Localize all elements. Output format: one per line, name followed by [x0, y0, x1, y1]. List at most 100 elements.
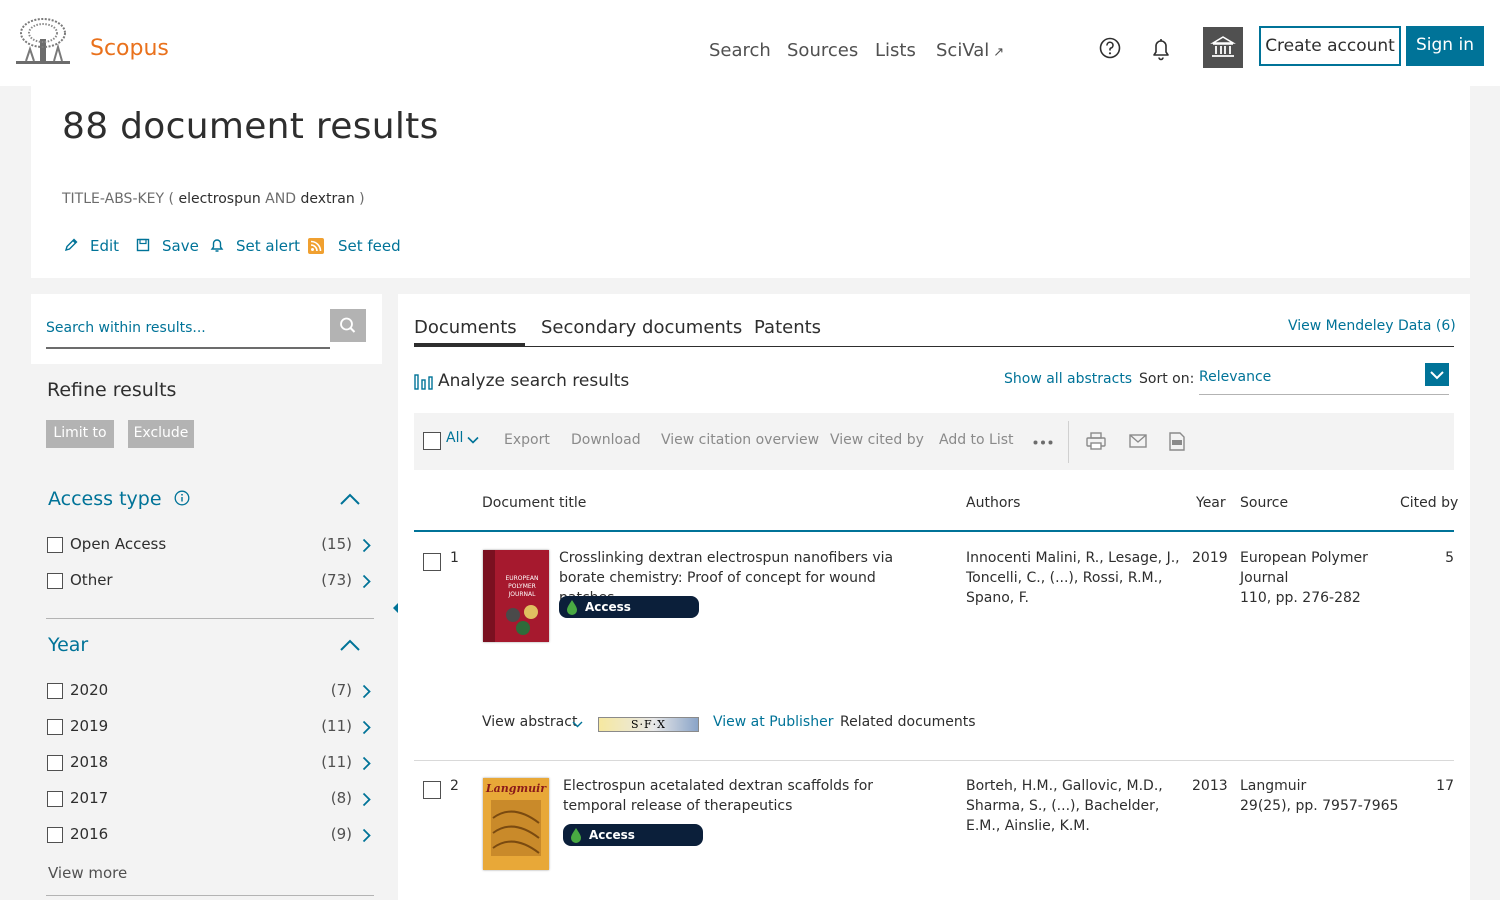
facet-item-year-2016[interactable]: 2016 (9) — [46, 824, 374, 848]
source-name: Langmuir — [1240, 778, 1307, 794]
sort-selected-value[interactable]: Relevance — [1199, 369, 1271, 385]
elsevier-tree-logo[interactable] — [16, 17, 70, 67]
tab-documents[interactable]: Documents — [414, 317, 517, 338]
result-authors[interactable]: Borteh, H.M., Gallovic, M.D., Sharma, S.… — [966, 776, 1166, 836]
document-title-link[interactable]: Electrospun acetalated dextran scaffolds… — [563, 776, 933, 816]
nav-search[interactable]: Search — [709, 40, 771, 61]
add-to-list-button[interactable]: Add to List — [939, 432, 1014, 448]
result-source[interactable]: Langmuir 29(25), pp. 7957-7965 — [1240, 776, 1410, 816]
journal-cover-image[interactable]: Langmuir — [483, 778, 549, 870]
access-options-button[interactable]: Access Options... — [559, 596, 699, 636]
sign-in-button[interactable]: Sign in — [1406, 26, 1484, 66]
chevron-right-icon[interactable] — [362, 574, 371, 589]
scopus-logo[interactable]: Scopus — [90, 36, 169, 61]
view-citation-overview-button[interactable]: View citation overview — [661, 432, 819, 448]
column-document-title[interactable]: Document title — [482, 495, 586, 511]
set-feed-label: Set feed — [338, 237, 401, 255]
facet-item-year-2019[interactable]: 2019 (11) — [46, 716, 374, 740]
download-button[interactable]: Download — [571, 432, 641, 448]
view-abstract-toggle[interactable]: View abstract — [482, 714, 577, 730]
facet-title-year[interactable]: Year — [48, 634, 88, 656]
analyze-search-results-link[interactable]: Analyze search results — [438, 371, 629, 391]
facet-item-count: (9) — [330, 825, 352, 843]
chevron-right-icon[interactable] — [362, 756, 371, 771]
print-icon[interactable] — [1086, 432, 1106, 450]
access-options-button[interactable]: Access Options... — [563, 824, 703, 864]
create-account-button[interactable]: Create account — [1259, 26, 1401, 66]
exclude-button[interactable]: Exclude — [128, 420, 194, 448]
save-search-button[interactable]: Save — [136, 237, 199, 255]
institution-button[interactable] — [1203, 27, 1243, 68]
chevron-down-icon[interactable] — [572, 721, 583, 728]
year-2016-checkbox[interactable] — [47, 827, 63, 843]
facet-item-open-access[interactable]: Open Access (15) — [46, 534, 374, 558]
set-alert-button[interactable]: Set alert — [210, 237, 300, 255]
result-cited-by[interactable]: 17 — [1414, 778, 1454, 794]
tab-secondary-documents[interactable]: Secondary documents — [541, 317, 742, 338]
facet-item-label: 2017 — [70, 789, 109, 807]
export-button[interactable]: Export — [504, 432, 550, 448]
query-paren-close: ) — [359, 191, 365, 207]
select-all-label[interactable]: All — [446, 430, 463, 446]
column-year[interactable]: Year — [1196, 495, 1226, 511]
year-2020-checkbox[interactable] — [47, 683, 63, 699]
open-access-checkbox[interactable] — [47, 537, 63, 553]
facet-item-other[interactable]: Other (73) — [46, 570, 374, 594]
select-all-checkbox[interactable] — [423, 432, 441, 450]
sort-label: Sort on: — [1139, 371, 1195, 387]
chevron-right-icon[interactable] — [362, 538, 371, 553]
set-feed-button[interactable]: Set feed — [308, 237, 401, 255]
chevron-right-icon[interactable] — [362, 684, 371, 699]
info-icon[interactable] — [174, 490, 190, 506]
year-2017-checkbox[interactable] — [47, 791, 63, 807]
nav-lists[interactable]: Lists — [875, 40, 916, 61]
edit-search-button[interactable]: Edit — [64, 237, 119, 255]
result-source[interactable]: European Polymer Journal 110, pp. 276-28… — [1240, 548, 1410, 608]
search-within-button[interactable] — [330, 309, 366, 342]
result-checkbox[interactable] — [423, 553, 441, 571]
pdf-icon[interactable] — [1169, 432, 1185, 451]
column-source[interactable]: Source — [1240, 495, 1288, 511]
facet-item-year-2017[interactable]: 2017 (8) — [46, 788, 374, 812]
chevron-up-icon[interactable] — [339, 638, 361, 652]
search-icon — [340, 317, 356, 333]
facet-item-label: 2018 — [70, 753, 109, 771]
show-all-abstracts-link[interactable]: Show all abstracts — [1004, 371, 1132, 387]
journal-cover-image[interactable]: EUROPEAN POLYMER JOURNAL — [483, 550, 549, 642]
facet-item-year-2020[interactable]: 2020 (7) — [46, 680, 374, 704]
search-within-input[interactable] — [46, 309, 330, 349]
view-at-publisher-link[interactable]: View at Publisher — [713, 714, 833, 730]
more-options-icon[interactable] — [1033, 440, 1053, 445]
view-mendeley-data-link[interactable]: View Mendeley Data (6) — [1288, 318, 1456, 334]
column-cited-by[interactable]: Cited by — [1400, 495, 1458, 511]
help-icon[interactable] — [1099, 37, 1121, 59]
sort-dropdown-button[interactable] — [1425, 363, 1449, 386]
result-checkbox[interactable] — [423, 781, 441, 799]
limit-to-button[interactable]: Limit to — [46, 420, 114, 448]
result-authors[interactable]: Innocenti Malini, R., Lesage, J., Toncel… — [966, 548, 1186, 608]
related-documents-link[interactable]: Related documents — [840, 714, 976, 730]
facet-item-count: (15) — [321, 535, 352, 553]
year-2018-checkbox[interactable] — [47, 755, 63, 771]
year-2019-checkbox[interactable] — [47, 719, 63, 735]
chevron-right-icon[interactable] — [362, 792, 371, 807]
chevron-up-icon[interactable] — [339, 492, 361, 506]
chevron-right-icon[interactable] — [362, 828, 371, 843]
view-cited-by-button[interactable]: View cited by — [830, 432, 924, 448]
result-cited-by[interactable]: 5 — [1414, 550, 1454, 566]
nav-sources[interactable]: Sources — [787, 40, 858, 61]
email-icon[interactable] — [1129, 434, 1147, 448]
other-checkbox[interactable] — [47, 573, 63, 589]
nav-scival[interactable]: SciVal ↗ — [936, 40, 1004, 61]
bell-icon[interactable] — [1150, 37, 1172, 61]
chevron-right-icon[interactable] — [362, 720, 371, 735]
tab-patents[interactable]: Patents — [754, 317, 821, 338]
facet-item-year-2018[interactable]: 2018 (11) — [46, 752, 374, 776]
column-authors[interactable]: Authors — [966, 495, 1020, 511]
view-more-link[interactable]: View more — [48, 864, 127, 882]
sfx-link-button[interactable]: S·F·X — [598, 717, 699, 732]
chevron-down-icon — [1430, 371, 1444, 380]
facet-item-label: 2019 — [70, 717, 109, 735]
facet-title-access-type[interactable]: Access type — [48, 488, 190, 510]
chevron-down-icon[interactable] — [467, 436, 479, 444]
